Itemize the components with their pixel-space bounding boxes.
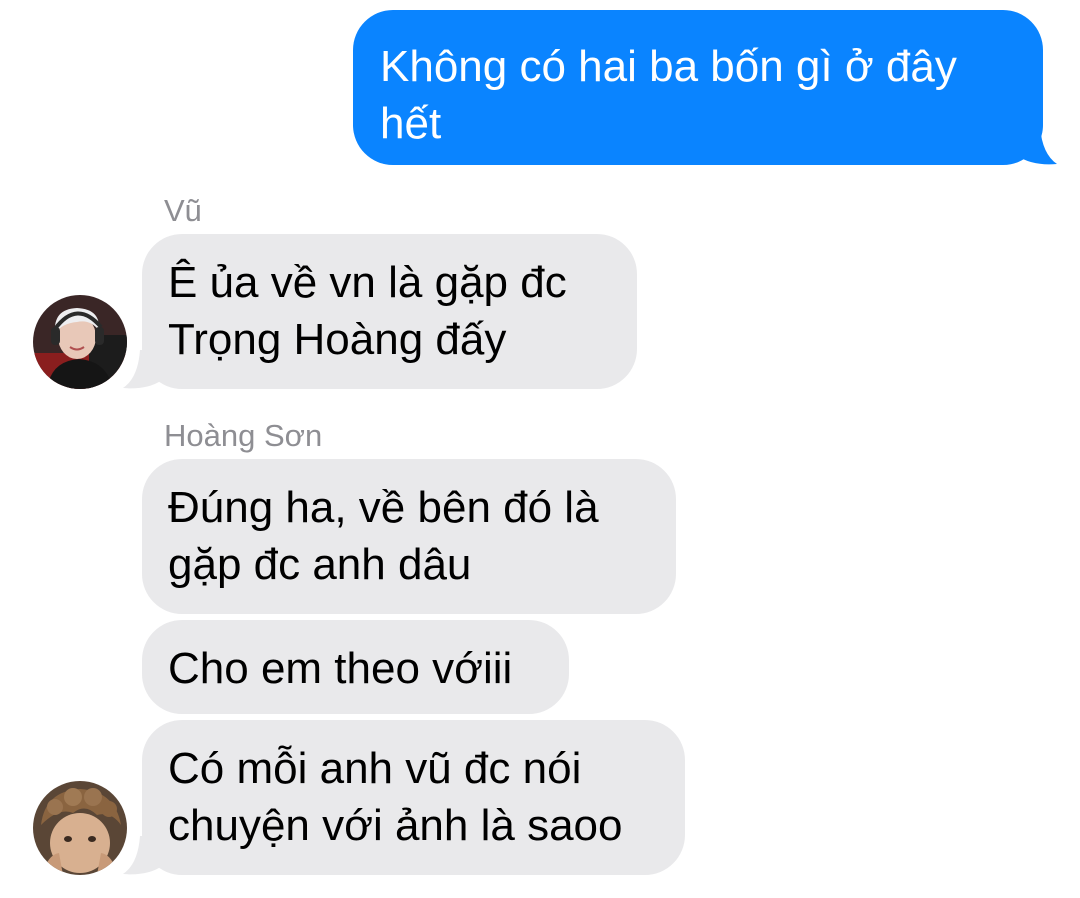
incoming-bubble-tail [123, 350, 162, 389]
incoming-message-bubble[interactable]: Cho em theo vớiii [142, 620, 569, 714]
avatar-hoang-son[interactable] [33, 781, 127, 875]
incoming-message-bubble[interactable]: Có mỗi anh vũ đc nói chuyện với ảnh là s… [142, 720, 685, 875]
outgoing-message-bubble[interactable]: Không có hai ba bốn gì ở đây hết [353, 10, 1043, 165]
incoming-bubble-tail [123, 836, 162, 875]
outgoing-bubble-tail [1018, 126, 1057, 165]
avatar-vu[interactable] [33, 295, 127, 389]
curly-hair-person-avatar [33, 781, 127, 875]
person-with-headset-avatar [33, 295, 127, 389]
incoming-message-bubble[interactable]: Ê ủa về vn là gặp đc Trọng Hoàng đấy [142, 234, 637, 389]
sender-name-vu: Vũ [164, 193, 202, 228]
sender-name-hoang-son: Hoàng Sơn [164, 418, 323, 453]
incoming-message-bubble[interactable]: Đúng ha, về bên đó là gặp đc anh dâu [142, 459, 676, 614]
